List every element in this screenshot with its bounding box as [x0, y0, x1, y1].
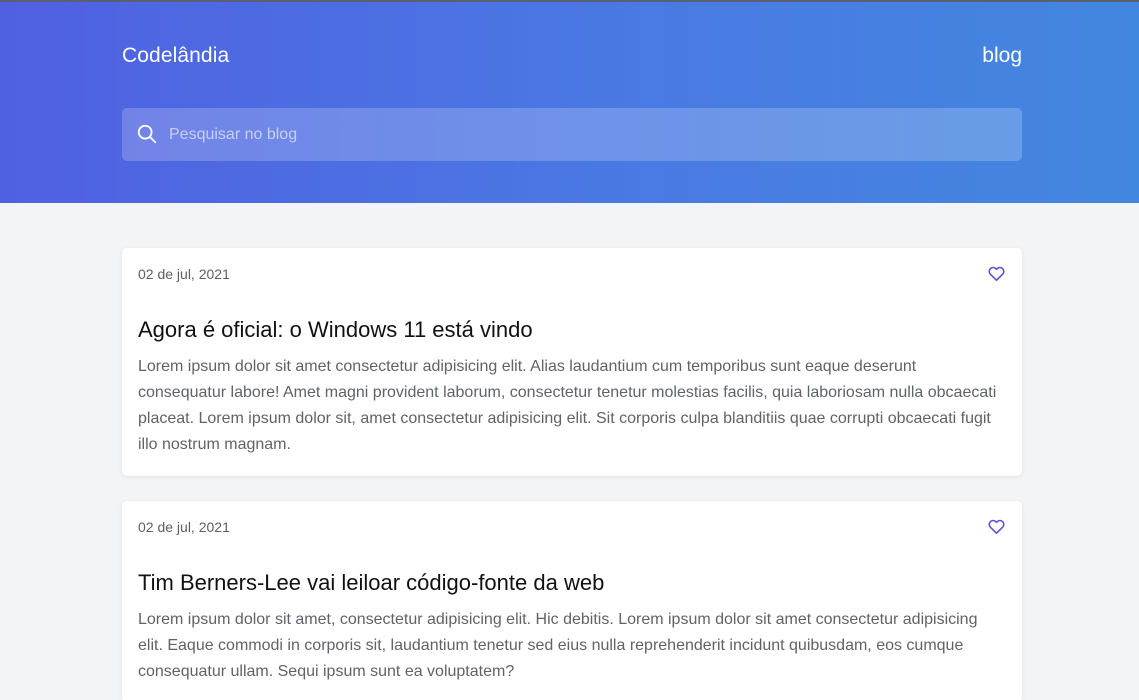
heart-icon[interactable] [987, 517, 1006, 536]
heart-icon[interactable] [987, 264, 1006, 283]
post-date: 02 de jul, 2021 [138, 266, 230, 282]
search-input[interactable] [169, 108, 1009, 161]
brand-logo[interactable]: Codelândia [122, 44, 229, 68]
site-header: Codelândia blog [0, 0, 1139, 203]
search-bar [122, 108, 1022, 161]
nav-link-blog[interactable]: blog [982, 44, 1022, 68]
post-card[interactable]: 02 de jul, 2021 Agora é oficial: o Windo… [122, 248, 1022, 476]
post-card[interactable]: 02 de jul, 2021 Tim Berners-Lee vai leil… [122, 501, 1022, 700]
post-excerpt: Lorem ipsum dolor sit amet, consectetur … [138, 611, 978, 680]
post-title[interactable]: Agora é oficial: o Windows 11 está vindo [138, 315, 1006, 345]
search-icon [137, 124, 157, 144]
post-excerpt: Lorem ipsum dolor sit amet consectetur a… [138, 358, 997, 453]
post-title[interactable]: Tim Berners-Lee vai leiloar código-fonte… [138, 568, 1006, 598]
post-list: 02 de jul, 2021 Agora é oficial: o Windo… [122, 248, 1022, 700]
post-date: 02 de jul, 2021 [138, 519, 230, 535]
